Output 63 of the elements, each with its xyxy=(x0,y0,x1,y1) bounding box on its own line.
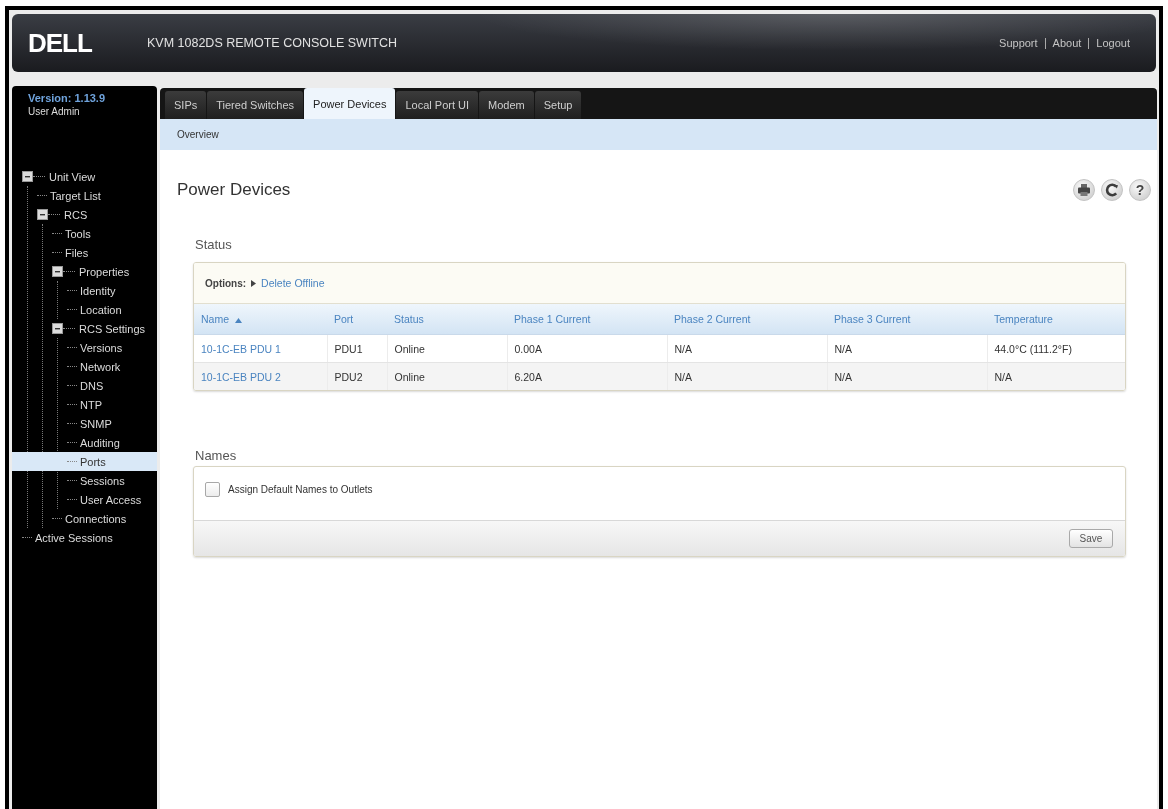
checkbox[interactable] xyxy=(205,482,220,497)
table-cell: PDU1 xyxy=(327,334,387,363)
tree-item[interactable]: SNMP xyxy=(67,414,114,433)
minus-icon[interactable] xyxy=(37,209,48,220)
table-cell: N/A xyxy=(667,362,827,390)
tree-item[interactable]: Ports xyxy=(12,452,157,471)
options-label: Options: xyxy=(205,277,247,289)
save-button[interactable]: Save xyxy=(1069,529,1113,548)
table-cell: N/A xyxy=(667,334,827,363)
table-cell: 44.0°C (111.2°F) xyxy=(987,334,1125,363)
tree-item[interactable]: Sessions xyxy=(67,471,127,490)
tab[interactable]: SIPs xyxy=(165,91,207,119)
tree-item[interactable]: Versions xyxy=(67,338,125,357)
table-cell: Online xyxy=(387,334,507,363)
tab[interactable]: Setup xyxy=(534,91,582,119)
tree-item[interactable]: Files xyxy=(52,243,91,262)
table-cell: Online xyxy=(387,362,507,390)
tree-item[interactable]: RCS xyxy=(37,205,90,224)
tree-item[interactable]: Properties xyxy=(52,262,132,281)
tab[interactable]: Modem xyxy=(479,91,534,119)
minus-icon[interactable] xyxy=(52,323,63,334)
version-label: Version: 1.13.9 xyxy=(27,92,106,105)
tree-item[interactable]: Network xyxy=(67,357,123,376)
table-cell: PDU2 xyxy=(327,362,387,390)
tree-item[interactable]: Auditing xyxy=(67,433,122,452)
checkbox-label: Assign Default Names to Outlets xyxy=(228,483,373,497)
tree-item[interactable]: Tools xyxy=(52,224,93,243)
tree-item[interactable]: Identity xyxy=(67,281,118,300)
section-title: Names xyxy=(195,448,237,463)
table-cell: N/A xyxy=(827,334,987,363)
tree-item[interactable]: DNS xyxy=(67,376,106,395)
option-link[interactable]: Delete Offline xyxy=(261,277,325,289)
header-link[interactable]: Support xyxy=(999,37,1038,49)
tab[interactable]: Local Port UI xyxy=(396,91,479,119)
user-label: User Admin xyxy=(27,105,80,118)
header-link[interactable]: About xyxy=(1052,37,1082,49)
triangle-icon xyxy=(251,279,257,287)
table-cell: N/A xyxy=(987,362,1125,390)
header-link[interactable]: Logout xyxy=(1096,37,1130,49)
table-cell: N/A xyxy=(827,362,987,390)
page-title: Power Devices xyxy=(177,180,291,200)
refresh-icon[interactable] xyxy=(1101,179,1123,201)
tree-item[interactable]: Connections xyxy=(52,509,129,528)
minus-icon[interactable] xyxy=(52,266,63,277)
minus-icon[interactable] xyxy=(22,171,33,182)
tab[interactable]: Tiered Switches xyxy=(207,91,304,119)
logo: DELL xyxy=(28,27,93,59)
tree-item[interactable]: RCS Settings xyxy=(52,319,148,338)
table-cell: 6.20A xyxy=(507,362,667,390)
tree-item[interactable]: NTP xyxy=(67,395,104,414)
device-link[interactable]: 10-1C-EB PDU 1 xyxy=(201,342,281,355)
tree-item[interactable]: Location xyxy=(67,300,124,319)
tree-item[interactable]: Active Sessions xyxy=(22,528,115,547)
section-title: Status xyxy=(195,237,232,252)
table-cell: 0.00A xyxy=(507,334,667,363)
tree-item[interactable]: Target List xyxy=(37,186,103,205)
subnav-link[interactable]: Overview xyxy=(177,129,219,140)
tab[interactable]: Power Devices xyxy=(304,88,396,119)
app-title: KVM 1082DS REMOTE CONSOLE SWITCH xyxy=(147,36,398,50)
tree-item[interactable]: Unit View xyxy=(22,167,98,186)
print-icon[interactable] xyxy=(1073,179,1095,201)
tree-item[interactable]: User Access xyxy=(67,490,144,509)
help-button[interactable]: ? xyxy=(1129,179,1151,201)
